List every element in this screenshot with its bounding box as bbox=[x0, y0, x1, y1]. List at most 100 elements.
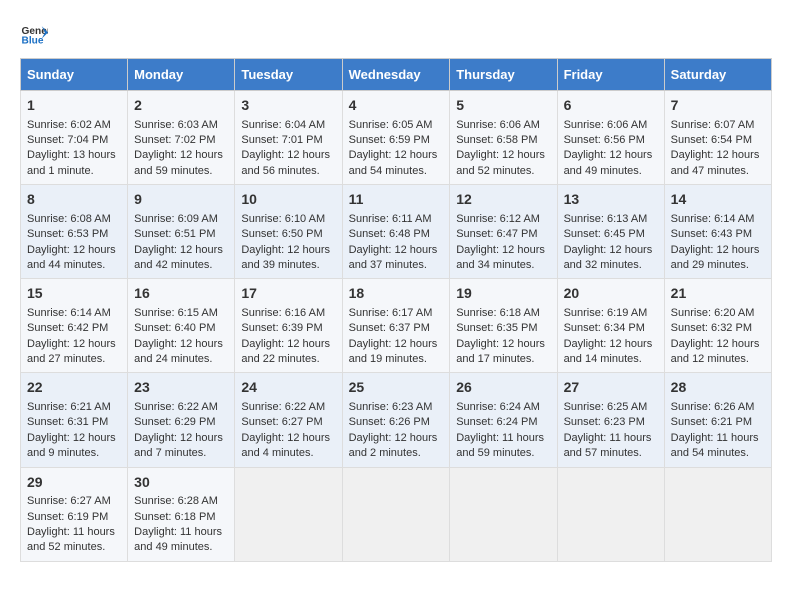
day-info: Sunrise: 6:12 AMSunset: 6:47 PMDaylight:… bbox=[456, 213, 545, 271]
col-header-sunday: Sunday bbox=[21, 59, 128, 91]
calendar-cell: 10Sunrise: 6:10 AMSunset: 6:50 PMDayligh… bbox=[235, 185, 342, 279]
day-number: 3 bbox=[241, 96, 335, 116]
day-number: 22 bbox=[27, 378, 121, 398]
day-number: 5 bbox=[456, 96, 550, 116]
calendar-cell: 1 Sunrise: 6:02 AMSunset: 7:04 PMDaylight… bbox=[21, 91, 128, 185]
day-info: Sunrise: 6:23 AMSunset: 6:26 PMDaylight:… bbox=[349, 401, 438, 459]
calendar-cell: 18 Sunrise: 6:17 AMSunset: 6:37 PMDayligh… bbox=[342, 279, 450, 373]
col-header-tuesday: Tuesday bbox=[235, 59, 342, 91]
calendar-cell bbox=[557, 467, 664, 561]
day-number: 26 bbox=[456, 378, 550, 398]
calendar-cell: 7 Sunrise: 6:07 AMSunset: 6:54 PMDaylight… bbox=[664, 91, 771, 185]
calendar-cell: 11 Sunrise: 6:11 AMSunset: 6:48 PMDayligh… bbox=[342, 185, 450, 279]
day-info: Sunrise: 6:16 AMSunset: 6:39 PMDaylight:… bbox=[241, 307, 330, 365]
day-number: 2 bbox=[134, 96, 228, 116]
day-info: Sunrise: 6:03 AMSunset: 7:02 PMDaylight:… bbox=[134, 119, 223, 177]
day-number: 14 bbox=[671, 190, 765, 210]
calendar-cell: 29Sunrise: 6:27 AMSunset: 6:19 PMDayligh… bbox=[21, 467, 128, 561]
calendar-cell bbox=[235, 467, 342, 561]
calendar-cell: 23Sunrise: 6:22 AMSunset: 6:29 PMDayligh… bbox=[128, 373, 235, 467]
day-number: 25 bbox=[349, 378, 444, 398]
calendar-cell: 2 Sunrise: 6:03 AMSunset: 7:02 PMDaylight… bbox=[128, 91, 235, 185]
day-info: Sunrise: 6:06 AMSunset: 6:56 PMDaylight:… bbox=[564, 119, 653, 177]
calendar-cell: 27 Sunrise: 6:25 AMSunset: 6:23 PMDayligh… bbox=[557, 373, 664, 467]
calendar-cell: 26 Sunrise: 6:24 AMSunset: 6:24 PMDayligh… bbox=[450, 373, 557, 467]
day-number: 13 bbox=[564, 190, 658, 210]
day-number: 9 bbox=[134, 190, 228, 210]
day-number: 18 bbox=[349, 284, 444, 304]
col-header-friday: Friday bbox=[557, 59, 664, 91]
calendar-cell: 21 Sunrise: 6:20 AMSunset: 6:32 PMDayligh… bbox=[664, 279, 771, 373]
calendar-cell: 6 Sunrise: 6:06 AMSunset: 6:56 PMDaylight… bbox=[557, 91, 664, 185]
calendar-cell: 16 Sunrise: 6:15 AMSunset: 6:40 PMDayligh… bbox=[128, 279, 235, 373]
calendar-cell: 30Sunrise: 6:28 AMSunset: 6:18 PMDayligh… bbox=[128, 467, 235, 561]
day-number: 6 bbox=[564, 96, 658, 116]
day-info: Sunrise: 6:18 AMSunset: 6:35 PMDaylight:… bbox=[456, 307, 545, 365]
day-info: Sunrise: 6:15 AMSunset: 6:40 PMDaylight:… bbox=[134, 307, 223, 365]
day-number: 21 bbox=[671, 284, 765, 304]
day-number: 7 bbox=[671, 96, 765, 116]
day-number: 11 bbox=[349, 190, 444, 210]
calendar-cell bbox=[342, 467, 450, 561]
calendar-cell bbox=[450, 467, 557, 561]
day-info: Sunrise: 6:07 AMSunset: 6:54 PMDaylight:… bbox=[671, 119, 760, 177]
calendar-cell: 3 Sunrise: 6:04 AMSunset: 7:01 PMDaylight… bbox=[235, 91, 342, 185]
calendar-cell: 14 Sunrise: 6:14 AMSunset: 6:43 PMDayligh… bbox=[664, 185, 771, 279]
day-info: Sunrise: 6:11 AMSunset: 6:48 PMDaylight:… bbox=[349, 213, 438, 271]
day-number: 1 bbox=[27, 96, 121, 116]
col-header-thursday: Thursday bbox=[450, 59, 557, 91]
calendar-cell: 17 Sunrise: 6:16 AMSunset: 6:39 PMDayligh… bbox=[235, 279, 342, 373]
day-info: Sunrise: 6:22 AMSunset: 6:27 PMDaylight:… bbox=[241, 401, 330, 459]
logo-icon: General Blue bbox=[20, 20, 48, 48]
logo: General Blue bbox=[20, 20, 52, 48]
calendar-cell: 13Sunrise: 6:13 AMSunset: 6:45 PMDayligh… bbox=[557, 185, 664, 279]
day-number: 23 bbox=[134, 378, 228, 398]
calendar-cell: 28 Sunrise: 6:26 AMSunset: 6:21 PMDayligh… bbox=[664, 373, 771, 467]
day-info: Sunrise: 6:09 AMSunset: 6:51 PMDaylight:… bbox=[134, 213, 223, 271]
calendar-cell: 4 Sunrise: 6:05 AMSunset: 6:59 PMDaylight… bbox=[342, 91, 450, 185]
calendar-cell bbox=[664, 467, 771, 561]
week-row-1: 1 Sunrise: 6:02 AMSunset: 7:04 PMDaylight… bbox=[21, 91, 772, 185]
day-info: Sunrise: 6:05 AMSunset: 6:59 PMDaylight:… bbox=[349, 119, 438, 177]
col-header-monday: Monday bbox=[128, 59, 235, 91]
day-number: 4 bbox=[349, 96, 444, 116]
day-number: 12 bbox=[456, 190, 550, 210]
day-number: 20 bbox=[564, 284, 658, 304]
day-number: 29 bbox=[27, 473, 121, 493]
calendar-table: SundayMondayTuesdayWednesdayThursdayFrid… bbox=[20, 58, 772, 562]
day-info: Sunrise: 6:25 AMSunset: 6:23 PMDaylight:… bbox=[564, 401, 652, 459]
col-header-saturday: Saturday bbox=[664, 59, 771, 91]
day-info: Sunrise: 6:24 AMSunset: 6:24 PMDaylight:… bbox=[456, 401, 544, 459]
day-number: 27 bbox=[564, 378, 658, 398]
calendar-cell: 19Sunrise: 6:18 AMSunset: 6:35 PMDayligh… bbox=[450, 279, 557, 373]
day-info: Sunrise: 6:10 AMSunset: 6:50 PMDaylight:… bbox=[241, 213, 330, 271]
day-info: Sunrise: 6:02 AMSunset: 7:04 PMDaylight:… bbox=[27, 119, 116, 177]
day-info: Sunrise: 6:14 AMSunset: 6:43 PMDaylight:… bbox=[671, 213, 760, 271]
day-number: 16 bbox=[134, 284, 228, 304]
day-number: 30 bbox=[134, 473, 228, 493]
week-row-4: 22 Sunrise: 6:21 AMSunset: 6:31 PMDayligh… bbox=[21, 373, 772, 467]
day-info: Sunrise: 6:08 AMSunset: 6:53 PMDaylight:… bbox=[27, 213, 116, 271]
day-number: 24 bbox=[241, 378, 335, 398]
calendar-cell: 25 Sunrise: 6:23 AMSunset: 6:26 PMDayligh… bbox=[342, 373, 450, 467]
day-info: Sunrise: 6:14 AMSunset: 6:42 PMDaylight:… bbox=[27, 307, 116, 365]
day-number: 28 bbox=[671, 378, 765, 398]
day-info: Sunrise: 6:06 AMSunset: 6:58 PMDaylight:… bbox=[456, 119, 545, 177]
svg-text:Blue: Blue bbox=[22, 35, 44, 46]
day-info: Sunrise: 6:26 AMSunset: 6:21 PMDaylight:… bbox=[671, 401, 759, 459]
calendar-cell: 20Sunrise: 6:19 AMSunset: 6:34 PMDayligh… bbox=[557, 279, 664, 373]
calendar-cell: 15Sunrise: 6:14 AMSunset: 6:42 PMDayligh… bbox=[21, 279, 128, 373]
day-info: Sunrise: 6:20 AMSunset: 6:32 PMDaylight:… bbox=[671, 307, 760, 365]
calendar-cell: 5 Sunrise: 6:06 AMSunset: 6:58 PMDaylight… bbox=[450, 91, 557, 185]
day-number: 17 bbox=[241, 284, 335, 304]
calendar-cell: 8Sunrise: 6:08 AMSunset: 6:53 PMDaylight… bbox=[21, 185, 128, 279]
week-row-3: 15Sunrise: 6:14 AMSunset: 6:42 PMDayligh… bbox=[21, 279, 772, 373]
calendar-cell: 22 Sunrise: 6:21 AMSunset: 6:31 PMDayligh… bbox=[21, 373, 128, 467]
col-header-wednesday: Wednesday bbox=[342, 59, 450, 91]
calendar-cell: 24 Sunrise: 6:22 AMSunset: 6:27 PMDayligh… bbox=[235, 373, 342, 467]
day-info: Sunrise: 6:04 AMSunset: 7:01 PMDaylight:… bbox=[241, 119, 330, 177]
day-info: Sunrise: 6:17 AMSunset: 6:37 PMDaylight:… bbox=[349, 307, 438, 365]
day-info: Sunrise: 6:21 AMSunset: 6:31 PMDaylight:… bbox=[27, 401, 116, 459]
calendar-cell: 9 Sunrise: 6:09 AMSunset: 6:51 PMDaylight… bbox=[128, 185, 235, 279]
page-header: General Blue bbox=[20, 20, 772, 48]
